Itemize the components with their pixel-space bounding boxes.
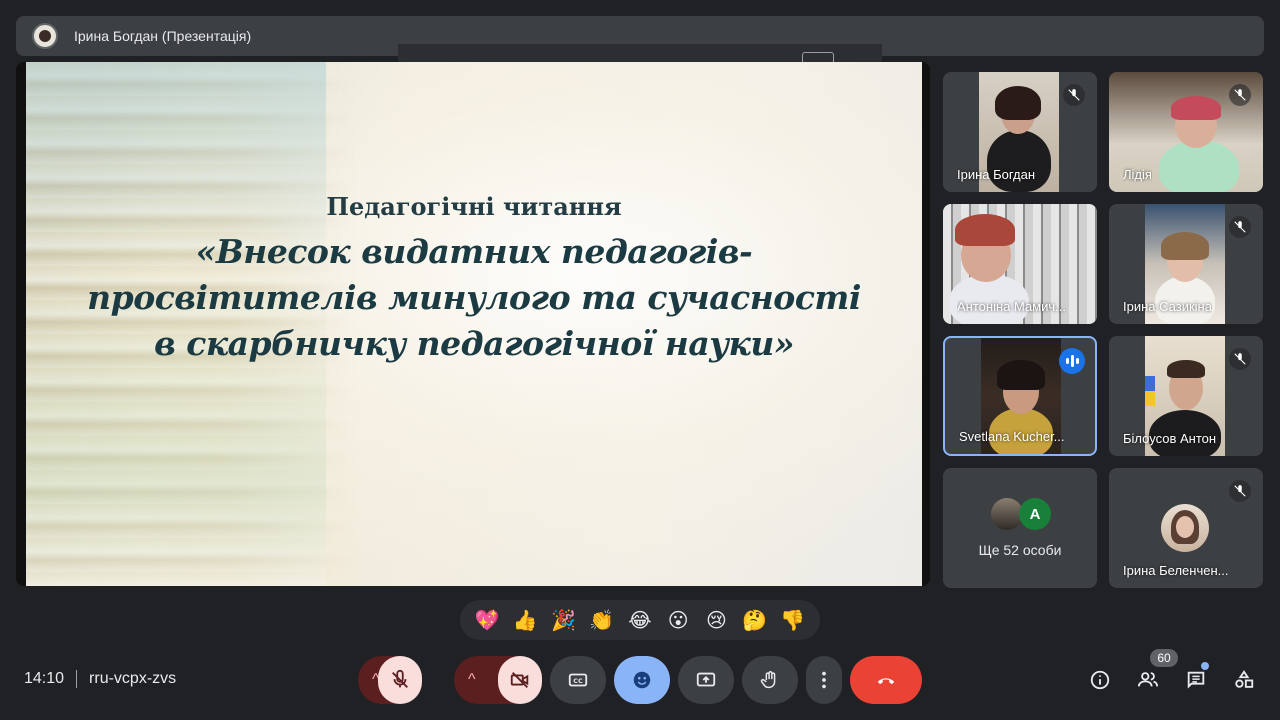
participant-tile[interactable]: Білоусов Антон: [1109, 336, 1263, 456]
slide-text: Педагогічні читання «Внесок видатних пед…: [26, 192, 922, 368]
presentation-stage: Педагогічні читання «Внесок видатних пед…: [16, 62, 930, 586]
slide-title-line: «Внесок видатних педагогів-: [195, 232, 753, 271]
others-tile[interactable]: A Ще 52 особи: [943, 468, 1097, 588]
meet-window: Ірина Богдан (Презентація) Педагогічні ч…: [0, 0, 1280, 720]
participant-name: Ірина Сазикіна: [1123, 299, 1212, 314]
camera-toggle-button[interactable]: [498, 656, 542, 704]
fullscreen-toggle[interactable]: [802, 52, 834, 62]
reaction-thinking[interactable]: 🤔: [739, 604, 771, 636]
mic-off-icon: [392, 669, 408, 688]
closed-captions-icon: CC: [568, 673, 588, 687]
mic-off-icon: [1229, 348, 1251, 370]
participant-tile[interactable]: Антоніна Мамич...: [943, 204, 1097, 324]
speaking-indicator-icon: [1059, 348, 1085, 374]
meeting-code[interactable]: rru-vcpx-zvs: [89, 670, 176, 688]
reaction-sad[interactable]: 😢: [700, 604, 732, 636]
chat-notification-dot: [1201, 662, 1209, 670]
reactions-button[interactable]: [614, 656, 670, 704]
present-button[interactable]: [678, 656, 734, 704]
participant-name: Білоусов Антон: [1123, 431, 1217, 446]
chat-icon: [1187, 671, 1205, 689]
more-options-button[interactable]: [806, 656, 842, 704]
reaction-laugh[interactable]: 😂: [624, 604, 656, 636]
participant-name: Svetlana Kucher...: [959, 429, 1065, 444]
reaction-thumbs-up[interactable]: 👍: [509, 604, 541, 636]
meeting-info: 14:10 rru-vcpx-zvs: [24, 670, 176, 688]
reaction-party[interactable]: 🎉: [548, 604, 580, 636]
activities-button[interactable]: [1232, 668, 1256, 692]
info-icon: [1090, 670, 1110, 690]
raise-hand-button[interactable]: [742, 656, 798, 704]
participant-name: Ірина Богдан: [957, 167, 1036, 182]
chat-button[interactable]: [1184, 668, 1208, 692]
reaction-heart[interactable]: 💖: [471, 604, 503, 636]
participant-name: Лідія: [1123, 167, 1152, 182]
meeting-time: 14:10: [24, 670, 65, 687]
slide-title-line: в скарбничку педагогічної науки»: [154, 324, 794, 364]
participant-name: Ірина Беленчен...: [1123, 563, 1229, 578]
camera-off-icon: [510, 672, 529, 688]
mic-off-icon: [1229, 216, 1251, 238]
others-count-label: Ще 52 особи: [978, 542, 1062, 558]
participant-tile[interactable]: Лідія: [1109, 72, 1263, 192]
meeting-details-button[interactable]: [1088, 668, 1112, 692]
avatar: [1161, 504, 1209, 552]
others-avatars: A: [991, 498, 1051, 530]
reactions-bar: 💖 👍 🎉 👏 😂 😮 😢 🤔 👎: [460, 600, 820, 640]
reaction-thumbs-down[interactable]: 👎: [777, 604, 809, 636]
end-call-icon: [877, 678, 895, 685]
smiley-icon: [633, 671, 651, 689]
slide-title-line: просвітителів минулого та сучасності: [87, 278, 861, 318]
mic-off-icon: [1229, 480, 1251, 502]
camera-options-chevron-icon[interactable]: ^: [468, 671, 476, 689]
people-icon: [1137, 672, 1159, 687]
participant-tile[interactable]: Ірина Сазикіна: [1109, 204, 1263, 324]
camera-control: ^: [454, 656, 542, 704]
svg-text:CC: CC: [573, 677, 583, 685]
captions-button[interactable]: CC: [550, 656, 606, 704]
participant-name: Антоніна Мамич...: [957, 299, 1066, 314]
presenter-name: Ірина Богдан (Презентація): [74, 28, 252, 44]
activities-shapes-icon: [1235, 670, 1254, 688]
mic-control: ^: [358, 656, 422, 704]
reaction-clap[interactable]: 👏: [586, 604, 618, 636]
mic-off-icon: [1229, 84, 1251, 106]
slide-heading: Педагогічні читання: [326, 192, 622, 221]
hand-icon: [760, 671, 776, 689]
reaction-surprised[interactable]: 😮: [662, 604, 694, 636]
mic-off-icon: [1063, 84, 1085, 106]
present-screen-icon: [696, 672, 716, 687]
people-button[interactable]: [1136, 668, 1160, 692]
participant-count-badge: 60: [1150, 649, 1178, 667]
participant-tile-active[interactable]: Svetlana Kucher...: [943, 336, 1097, 456]
leave-call-button[interactable]: [850, 656, 922, 704]
participant-tile[interactable]: Ірина Богдан: [943, 72, 1097, 192]
presenter-avatar: [32, 23, 58, 49]
avatar: A: [1019, 498, 1051, 530]
participant-tile[interactable]: Ірина Беленчен...: [1109, 468, 1263, 588]
more-vert-icon: [822, 671, 826, 689]
presentation-slide: Педагогічні читання «Внесок видатних пед…: [26, 62, 922, 586]
mic-toggle-button[interactable]: [378, 656, 422, 704]
